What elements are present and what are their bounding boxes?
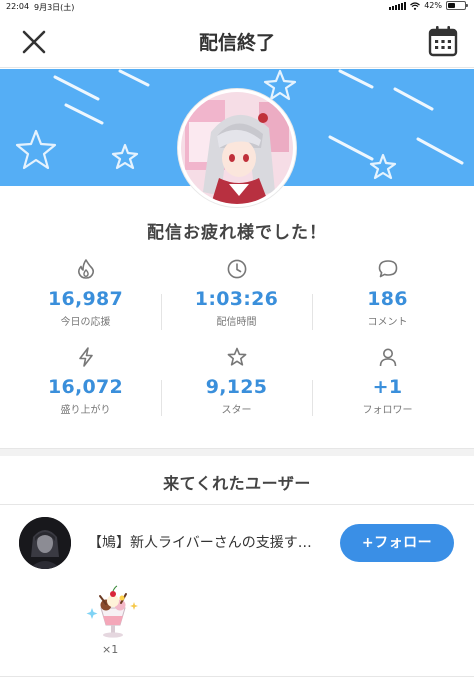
stat-label: 配信時間 (216, 317, 257, 328)
divider (0, 676, 474, 677)
stat-duration: 1:03:26 配信時間 (161, 258, 312, 338)
stat-value: 16,987 (47, 288, 124, 310)
stat-value: +1 (372, 376, 403, 398)
star-icon (227, 347, 246, 366)
stat-value: 186 (367, 288, 408, 310)
header: 配信終了 (0, 14, 474, 68)
stat-label: スター (221, 405, 252, 416)
stat-stars: 9,125 スター (161, 346, 312, 426)
signal-icon (389, 1, 407, 10)
user-avatar[interactable] (19, 517, 71, 569)
flame-icon (77, 259, 94, 279)
stat-label: コメント (367, 317, 408, 328)
wifi-icon (410, 1, 421, 10)
stat-value: 1:03:26 (194, 288, 279, 310)
status-indicators: 42% (389, 1, 468, 10)
streamer-avatar (178, 89, 296, 207)
visitors-title: 来てくれたユーザー (163, 474, 311, 493)
stat-value: 9,125 (205, 376, 268, 398)
status-bar: 22:04 9月3日(土) 42% (0, 0, 474, 14)
stat-followers: +1 フォロワー (312, 346, 463, 426)
clock-icon (227, 259, 246, 279)
user-name[interactable]: 【鳩】新人ライバーさんの支援す… (88, 532, 328, 552)
person-icon (379, 348, 396, 367)
stats-grid: 16,987 今日の応援 1:03:26 配信時間 186 コメント 16,07… (10, 256, 464, 426)
status-time: 22:04 (6, 2, 30, 11)
calendar-icon[interactable] (428, 25, 458, 57)
page-title: 配信終了 (198, 32, 275, 54)
stat-excitement: 16,072 盛り上がり (10, 346, 161, 426)
stream-end-screen: 22:04 9月3日(土) 42% 配信終了 配信お疲れ様でした！ 16,987… (0, 0, 474, 678)
thanks-message: 配信お疲れ様でした！ (147, 223, 327, 243)
gift-count: ×1 (102, 643, 119, 656)
comment-icon (378, 260, 397, 278)
stat-label: 盛り上がり (60, 405, 111, 416)
section-separator (0, 448, 474, 456)
battery-percent: 42% (424, 1, 442, 10)
stat-comments: 186 コメント (312, 258, 463, 338)
divider (0, 504, 474, 505)
parfait-gift-icon (86, 585, 138, 638)
stat-support: 16,987 今日の応援 (10, 258, 161, 338)
follow-button[interactable]: +フォロー (340, 524, 454, 562)
stat-value: 16,072 (47, 376, 124, 398)
lightning-icon (78, 347, 93, 367)
battery-icon (446, 1, 468, 10)
stat-label: 今日の応援 (60, 317, 111, 328)
status-date: 9月3日(土) (34, 3, 75, 12)
stat-label: フォロワー (362, 405, 413, 416)
